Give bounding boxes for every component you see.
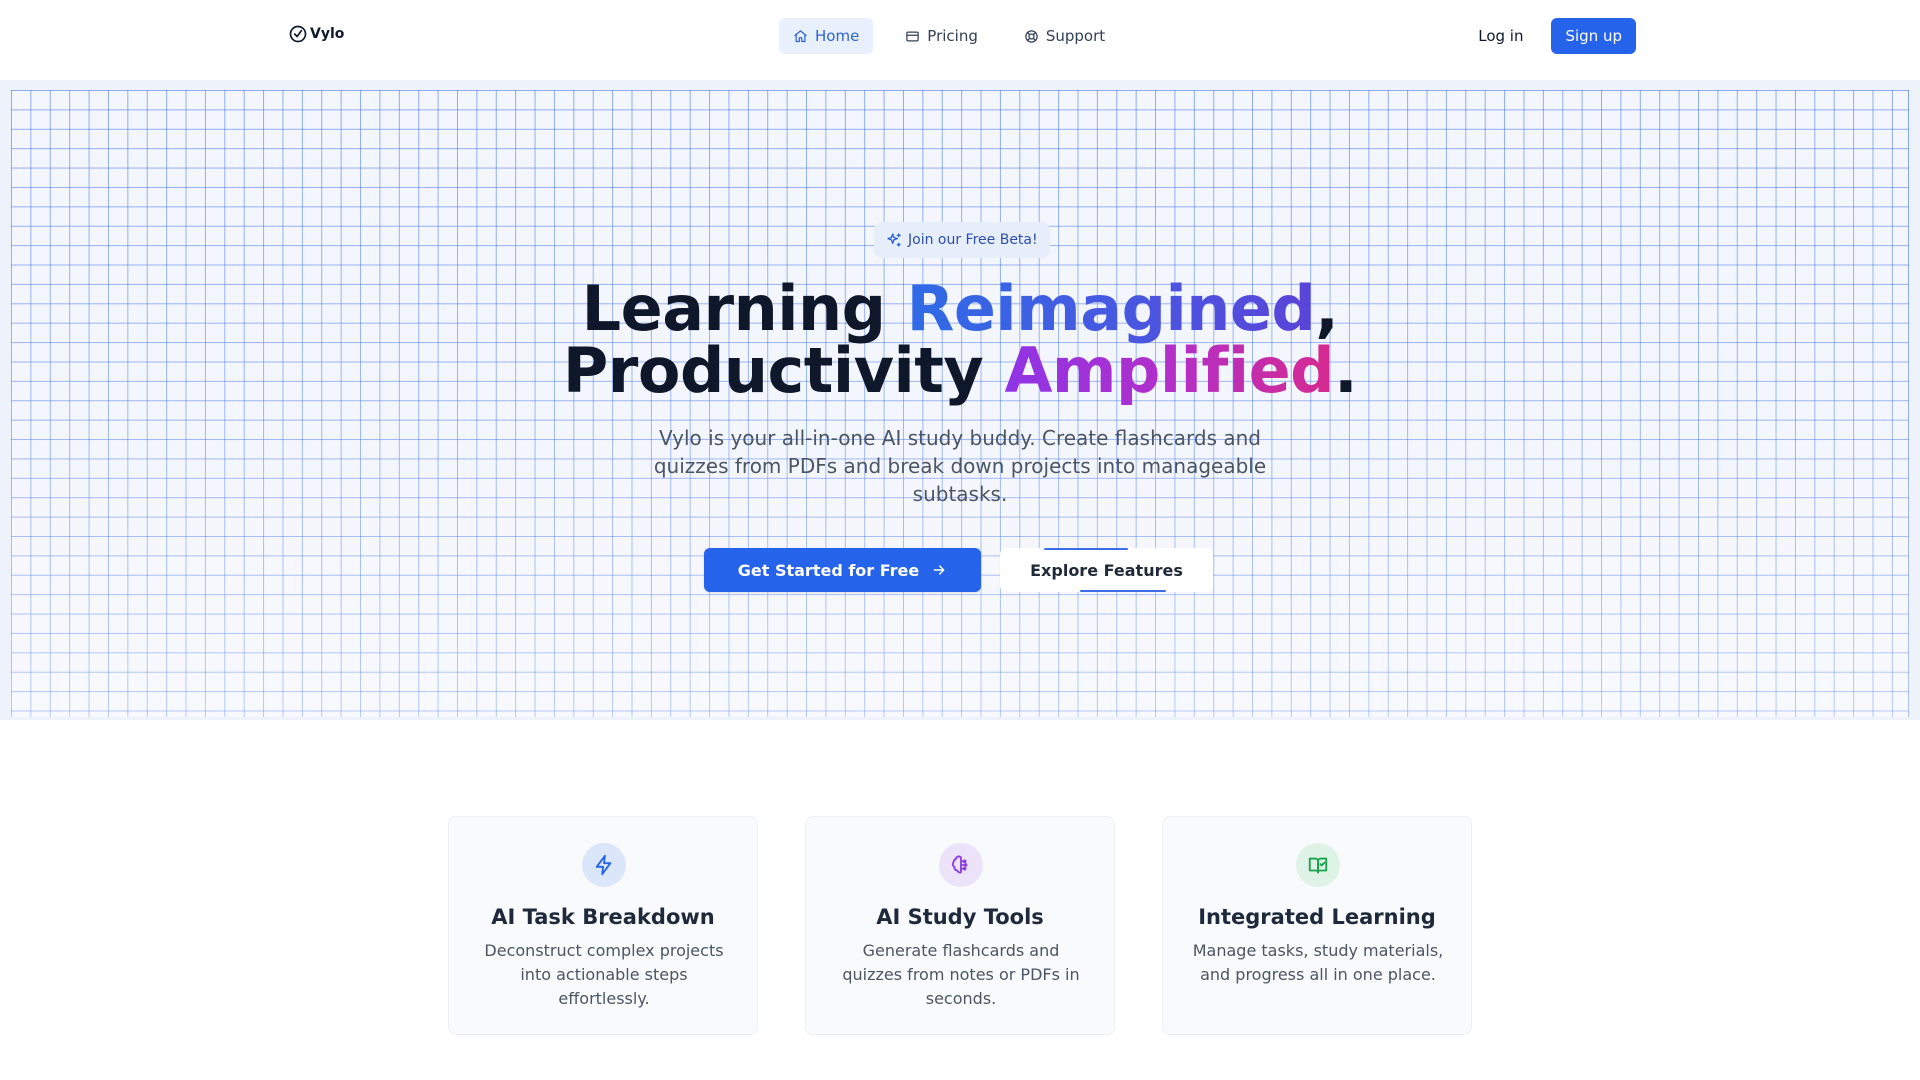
nav-link-support[interactable]: Support [1010,18,1119,54]
brain-icon [951,855,968,874]
feature-card: AI Study Tools Generate flashcards and q… [805,816,1115,1035]
feature-title: AI Study Tools [876,905,1044,929]
nav-link-label: Pricing [927,27,978,45]
feature-description: Manage tasks, study materials, and progr… [1192,941,1444,984]
beta-badge-label: Join our Free Beta! [908,232,1038,248]
get-started-button[interactable]: Get Started for Free [704,548,981,592]
hero-subtitle: Vylo is your all-in-one AI study buddy. … [653,426,1267,506]
auth-actions: Log in Sign up [1468,18,1636,54]
feature-description: Deconstruct complex projects into action… [484,941,724,1008]
headline-end-2: . [1334,334,1358,407]
headline-plain-2: Productivity [562,334,1005,407]
border-beam-top [1044,548,1128,550]
signup-button[interactable]: Sign up [1551,18,1636,54]
explore-features-label: Explore Features [1030,560,1183,580]
credit-card-icon [906,31,920,41]
login-button[interactable]: Log in [1468,19,1533,53]
logo[interactable]: Vylo [288,24,344,44]
lightning-icon [595,854,612,876]
feature-description: Generate flashcards and quizzes from not… [842,941,1080,1008]
main-nav: Home Pricing Support [779,18,1119,54]
feature-title: Integrated Learning [1198,905,1436,929]
nav-link-pricing[interactable]: Pricing [891,18,992,54]
arrow-right-icon [933,565,945,575]
lifebuoy-icon [1025,29,1038,43]
headline-line-2: Productivity Amplified. [562,334,1358,407]
logo-text: Vylo [310,26,345,42]
feature-icon-wrap [582,843,626,887]
hero-headline: Learning Reimagined, Productivity Amplif… [0,278,1920,402]
feature-card: AI Task Breakdown Deconstruct complex pr… [448,816,758,1035]
beta-badge[interactable]: Join our Free Beta! [874,222,1050,258]
logo-check-icon [289,25,307,43]
get-started-label: Get Started for Free [737,560,920,580]
feature-icon-wrap [939,843,983,887]
nav-link-label: Home [815,27,860,45]
headline-accent-2: Amplified [1004,334,1335,407]
book-check-icon [1308,857,1328,874]
home-icon [794,29,807,42]
border-beam-bottom [1080,590,1166,592]
feature-card: Integrated Learning Manage tasks, study … [1162,816,1472,1035]
explore-features-button[interactable]: Explore Features [1000,548,1213,592]
sparkle-icon [887,233,901,247]
feature-title: AI Task Breakdown [491,905,715,929]
top-nav: Vylo Home Pricing Support Log in Sign up [0,0,1920,80]
feature-icon-wrap [1296,843,1340,887]
nav-link-home[interactable]: Home [779,18,874,54]
nav-link-label: Support [1045,27,1106,45]
